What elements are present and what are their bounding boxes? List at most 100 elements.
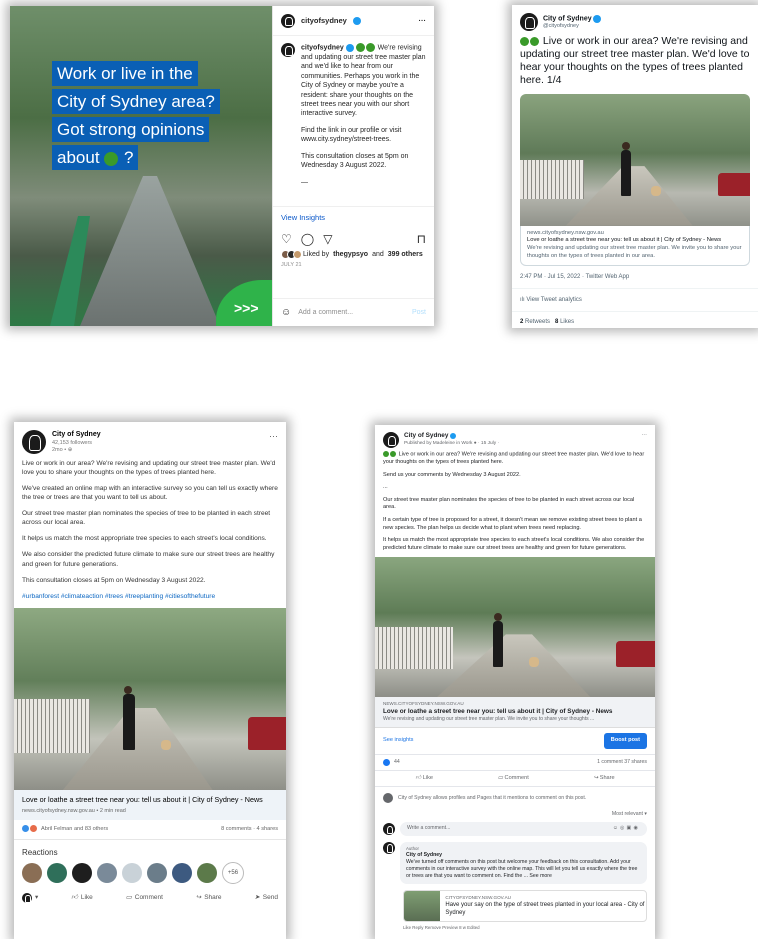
tweet-stats: 2 Retweets 8 Likes bbox=[512, 312, 758, 328]
comment-button[interactable]: ▭ Comment bbox=[498, 775, 529, 783]
instagram-post-image[interactable]: Work or live in the City of Sydney area?… bbox=[10, 6, 272, 326]
linkedin-image[interactable] bbox=[14, 607, 286, 790]
more-options-icon[interactable]: ··· bbox=[269, 430, 278, 455]
paragraph-1-text: Live or work in our area? We're revising… bbox=[383, 451, 645, 466]
likes-count[interactable]: 8 bbox=[555, 319, 558, 325]
share-button[interactable]: ↪ Share bbox=[196, 893, 222, 903]
likes-label[interactable]: Likes bbox=[560, 319, 574, 325]
comment-input[interactable]: Add a comment... bbox=[298, 309, 353, 316]
caption-avatar[interactable] bbox=[281, 43, 295, 57]
avatar[interactable] bbox=[72, 863, 92, 884]
reaction-count[interactable]: 44 bbox=[394, 759, 400, 766]
see-insights-link[interactable]: See insights bbox=[383, 737, 413, 745]
facebook-image[interactable] bbox=[375, 557, 655, 698]
paragraph-6: It helps us match the most appropriate t… bbox=[383, 537, 645, 551]
share-icon[interactable]: ▽ bbox=[323, 232, 332, 246]
liked-by-and: and bbox=[372, 251, 384, 258]
tree-icon bbox=[520, 36, 529, 46]
walking-person bbox=[621, 142, 632, 197]
tree-icon bbox=[104, 151, 119, 166]
avatar[interactable] bbox=[172, 863, 192, 884]
headline-line-4: about ? bbox=[52, 145, 139, 170]
comments-shares[interactable]: 8 comments · 4 shares bbox=[221, 826, 278, 834]
reaction-selector[interactable]: ▾ bbox=[22, 893, 38, 904]
send-button[interactable]: ➤ Send bbox=[254, 893, 278, 903]
liked-by-user[interactable]: thegypsyo bbox=[333, 251, 368, 258]
fence bbox=[520, 159, 585, 200]
write-comment-input[interactable]: Write a comment... ☺◎▣◉ bbox=[400, 822, 647, 836]
city-crest-avatar[interactable] bbox=[281, 13, 295, 28]
paragraph-4: Our street tree master plan nominates th… bbox=[383, 496, 635, 511]
mention-notice: City of Sydney allows profiles and Pages… bbox=[375, 787, 655, 809]
link-description: We're revising and updating our street t… bbox=[527, 245, 742, 259]
avatar[interactable] bbox=[97, 863, 117, 884]
emoji-icon[interactable]: ☺ bbox=[281, 307, 291, 318]
hashtags[interactable]: #urbanforest #climateaction #trees #tree… bbox=[22, 592, 278, 601]
linkedin-body: Live or work in our area? We're revising… bbox=[14, 459, 286, 601]
link-title: Love or loathe a street tree near you: t… bbox=[527, 237, 722, 244]
like-reaction-icon bbox=[383, 758, 390, 766]
share-button[interactable]: ↪ Share bbox=[593, 775, 614, 783]
paragraph-6: This consultation closes at 5pm on Wedne… bbox=[22, 576, 206, 584]
post-button[interactable]: Post bbox=[412, 309, 426, 316]
comment-icon[interactable]: ◯ bbox=[301, 232, 314, 246]
fence bbox=[375, 627, 454, 670]
avatar[interactable] bbox=[197, 863, 217, 884]
most-relevant-dropdown[interactable]: Most relevant ▾ bbox=[375, 809, 655, 820]
avatar[interactable] bbox=[22, 863, 42, 884]
footpath bbox=[436, 634, 591, 698]
author-reply: Author City of Sydney We've turned off c… bbox=[375, 840, 655, 886]
tree-icon bbox=[390, 451, 396, 457]
city-crest-avatar[interactable] bbox=[383, 432, 399, 448]
tweet-author-name[interactable]: City of Sydney bbox=[543, 16, 592, 23]
send-icon: ➤ bbox=[254, 893, 260, 901]
liked-by-count[interactable]: 399 others bbox=[388, 251, 423, 258]
more-reactions-button[interactable]: +56 bbox=[222, 862, 244, 885]
boost-post-button[interactable]: Boost post bbox=[603, 733, 647, 749]
comment-button[interactable]: ▭ Comment bbox=[126, 893, 163, 903]
view-insights-link[interactable]: View Insights bbox=[273, 206, 434, 228]
reply-link-card[interactable]: CITYOFSYDNEY.NSW.GOV.AU Have your say on… bbox=[403, 889, 647, 922]
instagram-username[interactable]: cityofsydney bbox=[301, 16, 347, 25]
facebook-link-preview[interactable]: NEWS.CITYOFSYDNEY.NSW.GOV.AU Love or loa… bbox=[375, 697, 655, 729]
caption-username[interactable]: cityofsydney bbox=[301, 44, 344, 51]
tweet-image[interactable] bbox=[520, 93, 750, 226]
comment-icon: ▭ bbox=[497, 774, 503, 781]
like-button[interactable]: 👍︎ Like bbox=[71, 893, 93, 903]
linkedin-author-name[interactable]: City of Sydney bbox=[52, 430, 101, 440]
heart-icon[interactable]: ♡ bbox=[281, 232, 292, 246]
reply-name[interactable]: City of Sydney bbox=[406, 852, 641, 859]
avatar[interactable] bbox=[122, 863, 142, 884]
retweets-count[interactable]: 2 bbox=[520, 319, 523, 325]
avatar[interactable] bbox=[47, 863, 67, 884]
city-crest-avatar[interactable] bbox=[520, 13, 538, 31]
avatar[interactable] bbox=[147, 863, 167, 884]
reply-link-domain: CITYOFSYDNEY.NSW.GOV.AU bbox=[445, 894, 511, 900]
comments-shares[interactable]: 1 comment 37 shares bbox=[597, 759, 647, 766]
verified-badge-icon bbox=[593, 15, 602, 23]
more-options-icon[interactable]: ··· bbox=[419, 16, 427, 25]
link-description: We're revising and updating our street t… bbox=[383, 716, 595, 723]
reply-footer[interactable]: Like Reply Remove Preview 8 w Edited bbox=[375, 922, 655, 931]
tweet-analytics-link[interactable]: ılı View Tweet analytics bbox=[512, 289, 758, 312]
share-label: Share bbox=[599, 774, 615, 781]
cycle-lane bbox=[50, 216, 90, 326]
tweet-author-handle[interactable]: @cityofsydney bbox=[543, 23, 601, 29]
reactors[interactable]: Abril Felman and 83 others bbox=[41, 826, 108, 834]
bookmark-icon[interactable]: ⊓ bbox=[417, 232, 426, 246]
facebook-author-name[interactable]: City of Sydney bbox=[404, 432, 448, 439]
retweets-label[interactable]: Retweets bbox=[525, 319, 550, 325]
link-title[interactable]: Love or loathe a street tree near you: t… bbox=[14, 789, 286, 808]
more-options-icon[interactable]: ··· bbox=[641, 432, 647, 448]
link-thumbnail bbox=[404, 890, 441, 921]
linkedin-post-card: City of Sydney 42,153 followers 2mo • ⊕ … bbox=[14, 422, 286, 939]
verified-badge-icon bbox=[345, 43, 354, 52]
like-button[interactable]: 👍︎ Like bbox=[415, 775, 433, 783]
paragraph-3: ... bbox=[383, 484, 388, 491]
comment-tools-icons[interactable]: ☺◎▣◉ bbox=[613, 825, 640, 832]
tweet-link-card[interactable]: news.cityofsydney.nsw.gov.au Love or loa… bbox=[520, 225, 750, 266]
reply-avatar[interactable] bbox=[383, 841, 395, 854]
instagram-caption: cityofsydney We're revising and updating… bbox=[273, 36, 434, 206]
instagram-header: cityofsydney ··· bbox=[273, 6, 434, 36]
city-crest-avatar[interactable] bbox=[22, 430, 46, 454]
